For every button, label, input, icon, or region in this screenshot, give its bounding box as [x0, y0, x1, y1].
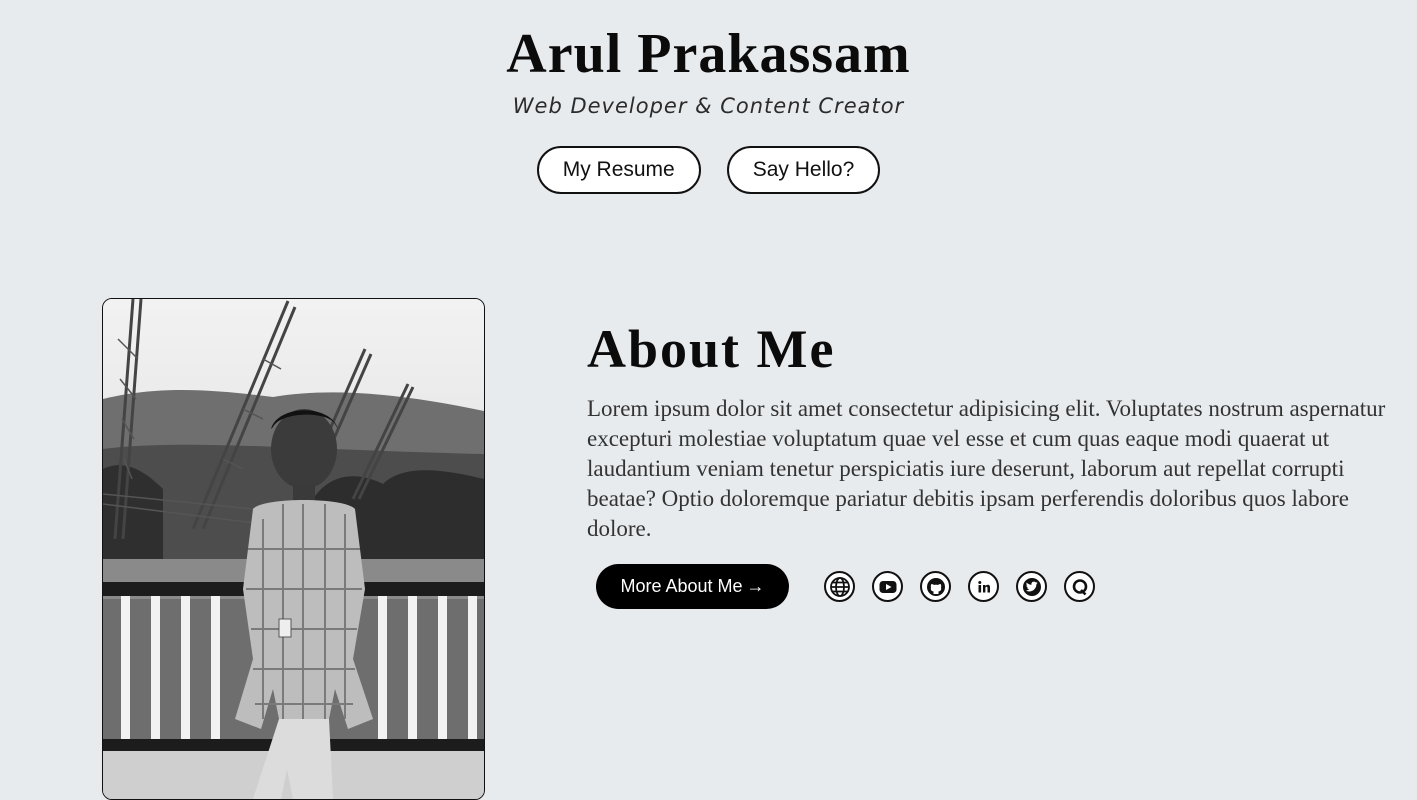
- about-actions: More About Me →: [596, 564, 1095, 609]
- page-title: Arul Prakassam: [506, 23, 911, 85]
- more-about-me-button[interactable]: More About Me →: [596, 564, 789, 609]
- quora-icon[interactable]: [1064, 571, 1095, 602]
- github-icon[interactable]: [920, 571, 951, 602]
- header-buttons: My Resume Say Hello?: [0, 146, 1417, 194]
- profile-photo-image: [103, 299, 484, 799]
- about-text: Lorem ipsum dolor sit amet consectetur a…: [587, 396, 1386, 541]
- page-subtitle: Web Developer & Content Creator: [512, 94, 905, 118]
- profile-photo: [102, 298, 485, 800]
- youtube-icon[interactable]: [872, 571, 903, 602]
- linkedin-icon[interactable]: [968, 571, 999, 602]
- globe-icon[interactable]: [824, 571, 855, 602]
- social-links: [824, 571, 1095, 602]
- resume-button[interactable]: My Resume: [536, 146, 701, 194]
- say-hello-button[interactable]: Say Hello?: [726, 146, 881, 194]
- about-section: About Me Lorem ipsum dolor sit amet cons…: [587, 318, 1407, 544]
- about-heading: About Me: [587, 319, 836, 379]
- arrow-right-icon: →: [746, 576, 765, 596]
- more-about-me-label: More About Me: [620, 576, 743, 596]
- twitter-icon[interactable]: [1016, 571, 1047, 602]
- page-header: Arul Prakassam Web Developer & Content C…: [0, 0, 1417, 194]
